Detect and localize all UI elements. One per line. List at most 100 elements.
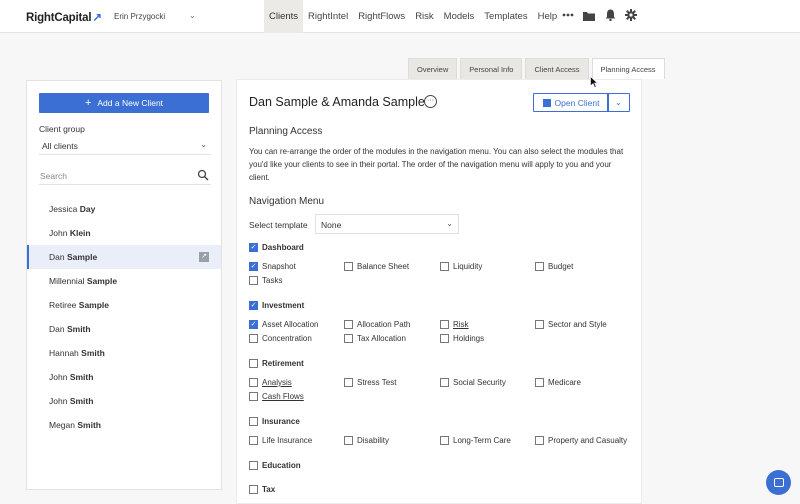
checkbox[interactable] — [249, 378, 258, 387]
user-name[interactable]: Erin Przygocki — [114, 12, 165, 21]
module-tax-allocation[interactable]: Tax Allocation — [344, 334, 406, 343]
checkbox[interactable] — [249, 417, 258, 426]
module-asset-allocation[interactable]: ✓ Asset Allocation — [249, 320, 318, 329]
client-list-item[interactable]: Megan Smith — [27, 413, 221, 437]
module-risk[interactable]: Risk — [440, 320, 469, 329]
module-budget[interactable]: Budget — [535, 262, 573, 271]
checkbox[interactable] — [249, 461, 258, 470]
checkbox[interactable] — [344, 320, 353, 329]
module-life-insurance[interactable]: Life Insurance — [249, 436, 312, 445]
chevron-down-icon: ⌄ — [446, 219, 453, 228]
client-group-label: Client group — [39, 124, 85, 134]
checkbox[interactable] — [535, 320, 544, 329]
module-group-retirement[interactable]: Retirement — [249, 359, 304, 368]
client-list-item[interactable]: Retiree Sample — [27, 293, 221, 317]
checkbox[interactable] — [249, 436, 258, 445]
client-list: Jessica Day John Klein Dan Sample ↗ Mille… — [27, 197, 221, 437]
module-cash-flows[interactable]: Cash Flows — [249, 392, 304, 401]
module-group-education[interactable]: Education — [249, 461, 301, 470]
client-list-item[interactable]: Hannah Smith — [27, 341, 221, 365]
chat-support-button[interactable] — [766, 470, 791, 495]
logo[interactable]: RightCapital↗ — [26, 10, 102, 24]
module-balance-sheet[interactable]: Balance Sheet — [344, 262, 409, 271]
checkbox[interactable] — [440, 262, 449, 271]
module-group-label: Retirement — [262, 359, 304, 368]
checkbox[interactable] — [344, 334, 353, 343]
checkbox[interactable] — [535, 436, 544, 445]
module-label: Snapshot — [262, 262, 296, 271]
ellipsis-icon[interactable] — [562, 9, 574, 21]
nav-clients[interactable]: Clients — [264, 0, 304, 33]
nav-help[interactable]: Help — [533, 0, 563, 33]
module-liquidity[interactable]: Liquidity — [440, 262, 482, 271]
client-list-item[interactable]: Jessica Day — [27, 197, 221, 221]
tab-planning-access[interactable]: Planning Access — [591, 58, 665, 79]
open-client-dropdown-toggle[interactable]: ⌄ — [607, 93, 630, 112]
checkbox-checked[interactable]: ✓ — [249, 301, 258, 310]
client-list-item[interactable]: Dan Smith — [27, 317, 221, 341]
nav-rightflows[interactable]: RightFlows — [353, 0, 410, 33]
tab-client-access[interactable]: Client Access — [525, 58, 589, 79]
module-group-investment[interactable]: ✓ Investment — [249, 301, 304, 310]
module-analysis[interactable]: Analysis — [249, 378, 292, 387]
search-placeholder: Search — [40, 171, 67, 181]
open-client-button[interactable]: Open Client — [533, 93, 609, 112]
select-template-dropdown[interactable]: None ⌄ — [315, 214, 459, 234]
module-social-security[interactable]: Social Security — [440, 378, 506, 387]
client-list-item[interactable]: John Klein — [27, 221, 221, 245]
checkbox-checked[interactable]: ✓ — [249, 243, 258, 252]
tab-overview[interactable]: Overview — [408, 58, 458, 79]
checkbox[interactable] — [249, 359, 258, 368]
module-disability[interactable]: Disability — [344, 436, 389, 445]
checkbox[interactable] — [249, 334, 258, 343]
module-concentration[interactable]: Concentration — [249, 334, 312, 343]
checkbox[interactable] — [344, 378, 353, 387]
checkbox[interactable] — [344, 262, 353, 271]
module-group-insurance[interactable]: Insurance — [249, 417, 300, 426]
module-medicare[interactable]: Medicare — [535, 378, 581, 387]
client-list-item-selected[interactable]: Dan Sample ↗ — [27, 245, 221, 269]
checkbox[interactable] — [535, 378, 544, 387]
open-in-new-icon[interactable]: ↗ — [199, 252, 209, 262]
module-group-label: Dashboard — [262, 243, 304, 252]
module-group-dashboard[interactable]: ✓ Dashboard — [249, 243, 304, 252]
nav-templates[interactable]: Templates — [479, 0, 532, 33]
checkbox[interactable] — [344, 436, 353, 445]
module-long-term-care[interactable]: Long-Term Care — [440, 436, 511, 445]
nav-rightintel[interactable]: RightIntel — [303, 0, 353, 33]
checkbox[interactable] — [440, 320, 449, 329]
planning-access-description: You can re-arrange the order of the modu… — [249, 147, 624, 182]
chevron-down-icon[interactable]: ⌄ — [189, 11, 196, 20]
checkbox[interactable] — [535, 262, 544, 271]
checkbox[interactable] — [440, 334, 449, 343]
client-list-item[interactable]: Millennial Sample — [27, 269, 221, 293]
gear-icon[interactable] — [625, 9, 637, 21]
module-stress-test[interactable]: Stress Test — [344, 378, 396, 387]
tab-personal-info[interactable]: Personal Info — [460, 58, 523, 79]
folder-icon[interactable] — [583, 9, 595, 21]
client-group-select[interactable]: All clients ⌄ — [39, 137, 211, 155]
checkbox-checked[interactable]: ✓ — [249, 262, 258, 271]
module-allocation-path[interactable]: Allocation Path — [344, 320, 410, 329]
nav-models[interactable]: Models — [439, 0, 480, 33]
add-new-client-button[interactable]: + Add a New Client — [39, 93, 209, 113]
client-list-item[interactable]: John Smith — [27, 389, 221, 413]
module-property-and-casualty[interactable]: Property and Casualty — [535, 436, 627, 445]
checkbox[interactable] — [249, 392, 258, 401]
checkbox[interactable] — [440, 378, 449, 387]
module-group-tax[interactable]: Tax — [249, 485, 275, 494]
checkbox[interactable] — [249, 485, 258, 494]
checkbox[interactable] — [440, 436, 449, 445]
client-list-item[interactable]: John Smith — [27, 365, 221, 389]
nav-risk[interactable]: Risk — [410, 0, 438, 33]
more-options-icon[interactable]: ··· — [424, 95, 437, 108]
client-search-input[interactable]: Search — [39, 167, 211, 185]
module-snapshot[interactable]: ✓ Snapshot — [249, 262, 296, 271]
module-holdings[interactable]: Holdings — [440, 334, 484, 343]
search-icon[interactable] — [197, 169, 209, 181]
bell-icon[interactable] — [604, 9, 616, 21]
checkbox[interactable] — [249, 276, 258, 285]
checkbox-checked[interactable]: ✓ — [249, 320, 258, 329]
module-sector-and-style[interactable]: Sector and Style — [535, 320, 607, 329]
module-tasks[interactable]: Tasks — [249, 276, 282, 285]
